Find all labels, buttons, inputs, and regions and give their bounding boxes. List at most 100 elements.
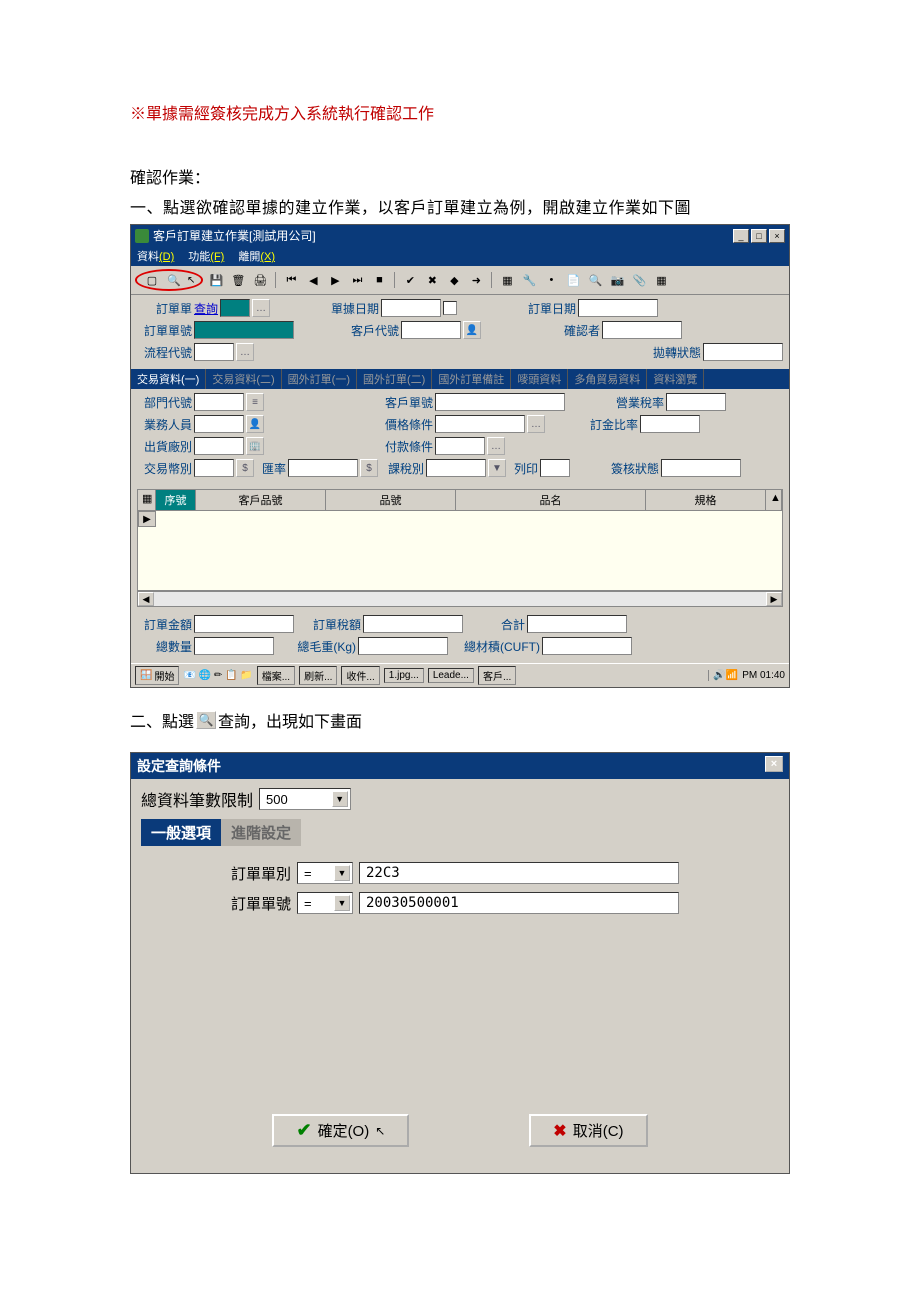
last-icon[interactable]: ⏭ (348, 271, 366, 289)
menu-exit[interactable]: 離開(X) (238, 248, 275, 264)
ship-lookup-button[interactable]: 🏢 (246, 437, 264, 455)
system-tray[interactable]: 🔊📶 PM 01:40 (708, 670, 785, 681)
pay-lookup-button[interactable]: … (487, 437, 505, 455)
cam-icon[interactable]: 📷 (608, 271, 626, 289)
pay-term-field[interactable] (435, 437, 485, 455)
save-icon[interactable]: 💾 (207, 271, 225, 289)
print-icon[interactable]: 🖨 (251, 271, 269, 289)
q-order-type-input[interactable]: 22C3 (359, 862, 679, 884)
chevron-down-icon[interactable]: ▼ (334, 895, 350, 911)
tax-dd-button[interactable]: ▼ (488, 459, 506, 477)
sales-field[interactable] (194, 415, 244, 433)
ship-from-field[interactable] (194, 437, 244, 455)
limit-select[interactable]: 500 ▼ (259, 788, 351, 810)
sign-status-field[interactable] (661, 459, 741, 477)
search-icon[interactable]: 🔍 (165, 271, 183, 289)
more-icon[interactable]: ▦ (652, 271, 670, 289)
menu-func[interactable]: 功能(F) (188, 248, 224, 264)
grid-body[interactable]: ▶ (137, 511, 783, 591)
hscrollbar[interactable]: ◀ ▶ (137, 591, 783, 607)
task-cust[interactable]: 客戶... (478, 666, 516, 685)
cust-lookup-button[interactable]: 👤 (463, 321, 481, 339)
check-icon[interactable]: ✔ (401, 271, 419, 289)
cust-no-field[interactable] (401, 321, 461, 339)
copy-icon[interactable]: 📄 (564, 271, 582, 289)
tab-trade1[interactable]: 交易資料(一) (131, 369, 206, 389)
col-seq[interactable]: 序號 (156, 490, 196, 510)
col-item-no[interactable]: 品號 (326, 490, 456, 510)
ok-button[interactable]: ✔ 確定(O)↖ (272, 1114, 409, 1147)
scroll-left-button[interactable]: ◀ (138, 592, 154, 606)
task-refresh[interactable]: 刷新... (299, 666, 337, 685)
delete-icon[interactable]: 🗑 (229, 271, 247, 289)
dialog-close-button[interactable]: × (765, 756, 783, 772)
quick-launch[interactable]: 📧 🌐 ✏ 📋 📁 (183, 670, 252, 681)
order-type-field[interactable] (220, 299, 250, 317)
x-icon[interactable]: ✖ (423, 271, 441, 289)
tab-foreign-note[interactable]: 國外訂單備註 (432, 369, 511, 389)
tax-rate-field[interactable] (666, 393, 726, 411)
currency-lookup-button[interactable]: $ (236, 459, 254, 477)
price-lookup-button[interactable]: … (527, 415, 545, 433)
first-icon[interactable]: ⏮ (282, 271, 300, 289)
grid-icon[interactable]: ▦ (498, 271, 516, 289)
row-marker[interactable]: ▶ (138, 511, 156, 527)
tab-general[interactable]: 一般選項 (141, 819, 221, 846)
task-img[interactable]: 1.jpg... (384, 668, 424, 683)
stop-icon[interactable]: ■ (370, 271, 388, 289)
tab-browse[interactable]: 資料瀏覽 (647, 369, 704, 389)
next-icon[interactable]: ▶ (326, 271, 344, 289)
fwd-status-field[interactable] (703, 343, 783, 361)
dept-lookup-button[interactable]: ≡ (246, 393, 264, 411)
tab-trade2[interactable]: 交易資料(二) (206, 369, 281, 389)
tab-mark[interactable]: 嘜頭資料 (511, 369, 568, 389)
attach-icon[interactable]: 📎 (630, 271, 648, 289)
dot-icon[interactable]: • (542, 271, 560, 289)
doc-date-field[interactable] (381, 299, 441, 317)
sales-lookup-button[interactable]: 👤 (246, 415, 264, 433)
scroll-right-button[interactable]: ▶ (766, 592, 782, 606)
grid-corner[interactable]: ▦ (138, 490, 156, 510)
zoom-icon[interactable]: 🔍 (586, 271, 604, 289)
cancel-button[interactable]: ✖ 取消(C) (529, 1114, 647, 1147)
flow-lookup-button[interactable]: … (236, 343, 254, 361)
menu-data[interactable]: 資料(D) (137, 248, 174, 264)
tab-foreign1[interactable]: 國外訂單(一) (282, 369, 357, 389)
lookup-link[interactable]: 查詢 (194, 300, 218, 317)
maximize-button[interactable]: □ (751, 229, 767, 243)
start-button[interactable]: 🪟開始 (135, 666, 179, 685)
arrow-icon[interactable]: ➜ (467, 271, 485, 289)
close-button[interactable]: × (769, 229, 785, 243)
op-order-no[interactable]: = ▼ (297, 892, 353, 914)
chevron-down-icon[interactable]: ▼ (332, 791, 348, 807)
confirmer-field[interactable] (602, 321, 682, 339)
cust-po-field[interactable] (435, 393, 565, 411)
doc-date-chk[interactable] (443, 301, 457, 315)
deposit-field[interactable] (640, 415, 700, 433)
tab-foreign2[interactable]: 國外訂單(二) (357, 369, 432, 389)
minimize-button[interactable]: _ (733, 229, 749, 243)
prev-icon[interactable]: ◀ (304, 271, 322, 289)
task-leader[interactable]: Leade... (428, 668, 474, 683)
scroll-track[interactable] (154, 592, 766, 606)
order-no-field[interactable] (194, 321, 294, 339)
diamond-icon[interactable]: ◆ (445, 271, 463, 289)
op-order-type[interactable]: = ▼ (297, 862, 353, 884)
tool-icon[interactable]: 🔧 (520, 271, 538, 289)
price-term-field[interactable] (435, 415, 525, 433)
order-date-field[interactable] (578, 299, 658, 317)
tab-advanced[interactable]: 進階設定 (221, 819, 301, 846)
col-spec[interactable]: 規格 (646, 490, 766, 510)
rate-field[interactable] (288, 459, 358, 477)
vscroll-up[interactable]: ▲ (766, 490, 782, 510)
task-file[interactable]: 檔案... (257, 666, 295, 685)
dialog-titlebar[interactable]: 設定查詢條件 × (131, 753, 789, 779)
q-order-no-input[interactable]: 20030500001 (359, 892, 679, 914)
task-inbox[interactable]: 收件... (341, 666, 379, 685)
tab-multi-trade[interactable]: 多角貿易資料 (568, 369, 647, 389)
order-type-lookup-button[interactable]: … (252, 299, 270, 317)
new-icon[interactable]: ▢ (143, 271, 161, 289)
currency-field[interactable] (194, 459, 234, 477)
window-titlebar[interactable]: 客戶訂單建立作業[測試用公司] _ □ × (131, 225, 789, 246)
col-item-name[interactable]: 品名 (456, 490, 646, 510)
